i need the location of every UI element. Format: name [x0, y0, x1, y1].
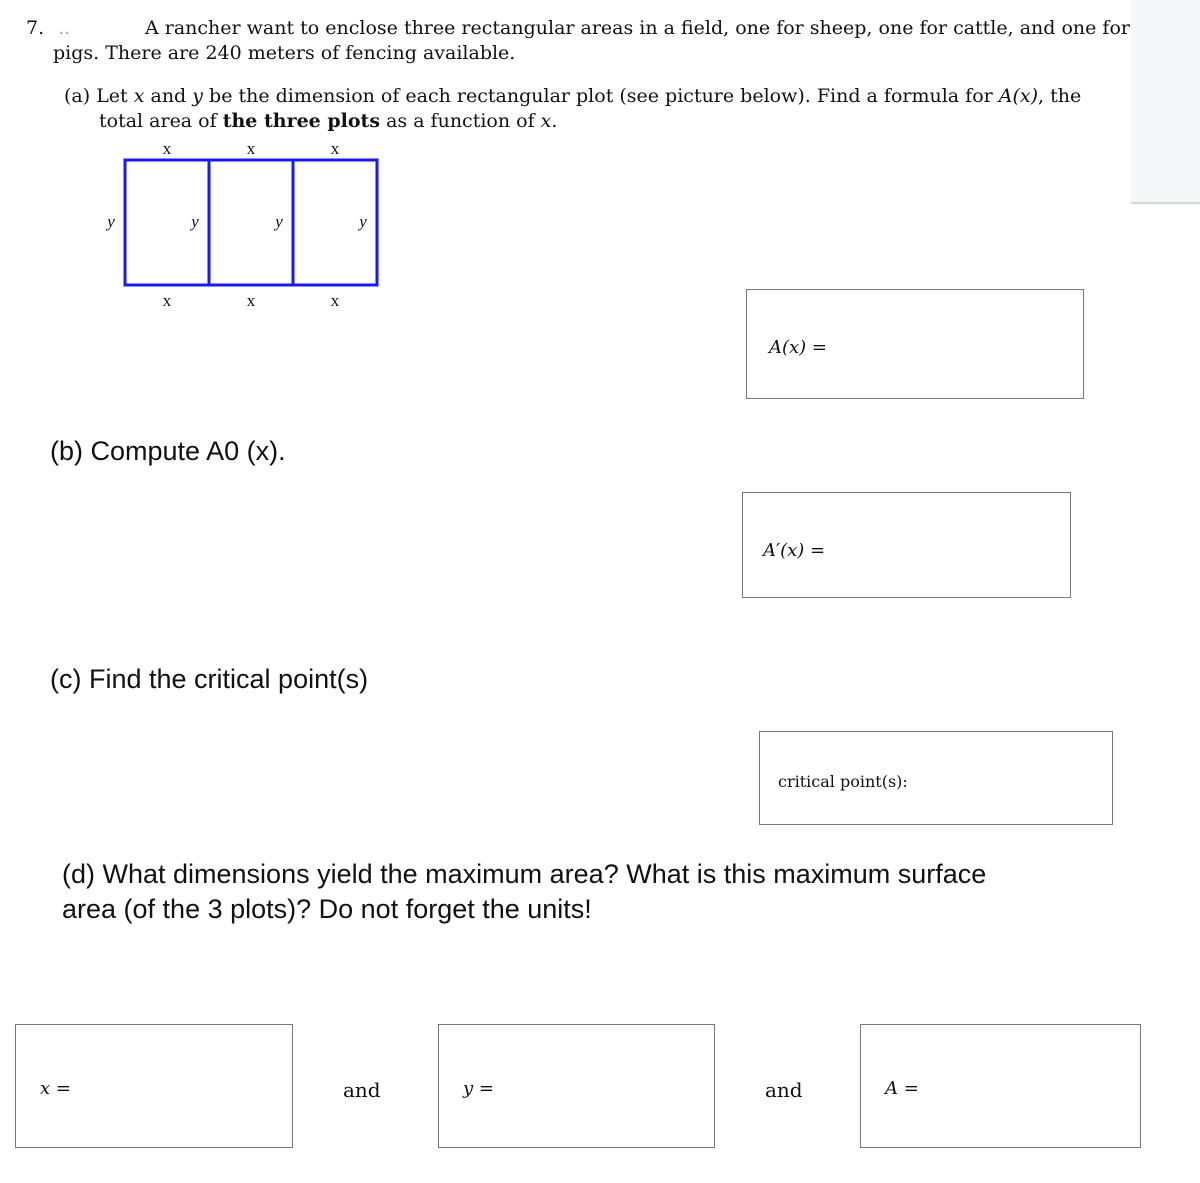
answer-area-label: A = [885, 1078, 919, 1099]
text: . [551, 110, 558, 132]
text: as a function of [380, 110, 541, 132]
answer-x-label: x = [40, 1078, 71, 1099]
part-c-heading: (c) Find the critical point(s) [50, 664, 369, 694]
bottom-label-1: x [163, 291, 172, 310]
text: , the [1038, 85, 1082, 107]
top-label-2: x [247, 139, 256, 158]
conjunction-and-2: and [765, 1078, 803, 1102]
answer-a-label: A(x) = [769, 337, 827, 358]
var-x: x [540, 110, 552, 132]
bottom-label-3: x [331, 291, 340, 310]
answer-box-y[interactable]: y = [438, 1024, 715, 1148]
top-label-1: x [163, 139, 172, 158]
part-d-heading-line-2: area (of the 3 plots)? Do not forget the… [62, 894, 592, 924]
plots-diagram: x x x y y y y x x x [105, 139, 379, 310]
answer-y-label: y = [463, 1078, 494, 1099]
side-label-4: y [357, 212, 367, 231]
answer-box-x[interactable]: x = [15, 1024, 293, 1148]
conjunction-and-1: and [343, 1078, 381, 1102]
side-label-3: y [273, 212, 283, 231]
top-label-3: x [331, 139, 340, 158]
answer-c-label: critical point(s): [778, 772, 908, 791]
answer-box-a[interactable]: A(x) = [746, 289, 1084, 399]
answer-box-b[interactable]: A′(x) = [742, 492, 1071, 598]
part-d-heading-line-1: (d) What dimensions yield the maximum ar… [62, 859, 987, 889]
part-b-heading: (b) Compute A0 (x). [50, 436, 286, 466]
side-panel [1131, 0, 1200, 204]
answer-b-label: A′(x) = [763, 540, 826, 561]
side-label-1: y [105, 212, 115, 231]
answer-box-area[interactable]: A = [860, 1024, 1141, 1148]
answer-box-c[interactable]: critical point(s): [759, 731, 1113, 825]
side-label-2: y [189, 212, 199, 231]
bottom-label-2: x [247, 291, 256, 310]
func-a-x: A(x) [998, 85, 1039, 107]
plot-rect [123, 158, 379, 287]
